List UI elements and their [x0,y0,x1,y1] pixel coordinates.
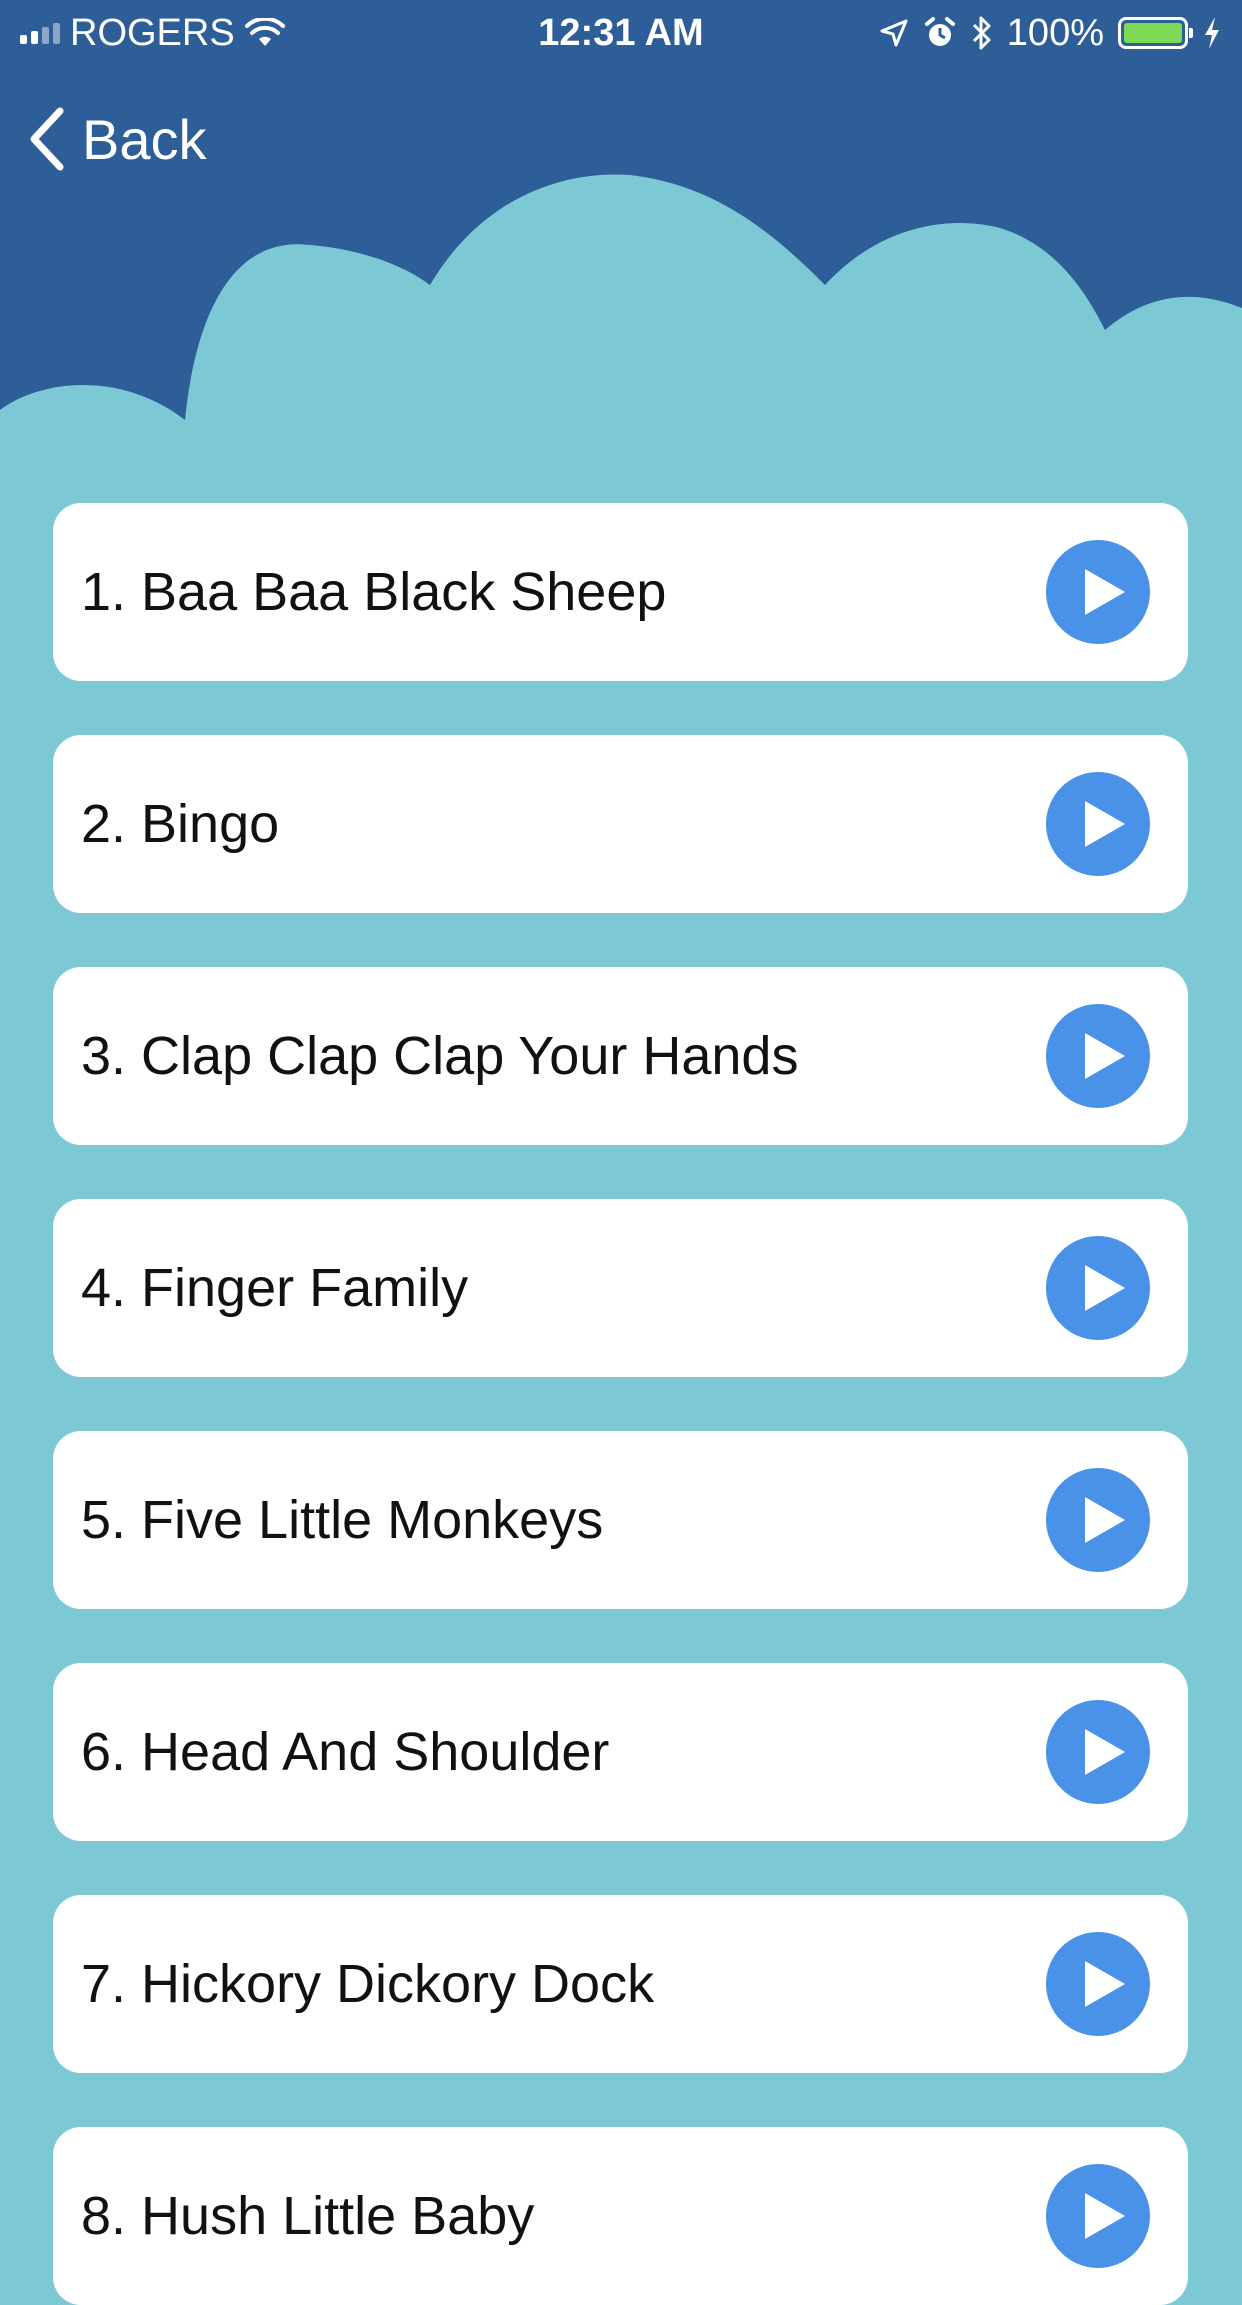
song-item[interactable]: 2. Bingo [53,735,1188,913]
status-right: 100% [879,10,1222,56]
play-button[interactable] [1046,1700,1150,1804]
play-button[interactable] [1046,1932,1150,2036]
play-icon [1085,1033,1125,1079]
song-title: 6. Head And Shoulder [81,1722,610,1782]
song-item[interactable]: 3. Clap Clap Clap Your Hands [53,967,1188,1145]
play-button[interactable] [1046,772,1150,876]
play-button[interactable] [1046,1004,1150,1108]
song-item[interactable]: 8. Hush Little Baby [53,2127,1188,2305]
play-icon [1085,2193,1125,2239]
song-title: 1. Baa Baa Black Sheep [81,562,667,622]
charging-icon [1205,17,1219,49]
back-button[interactable]: Back [26,104,207,174]
alarm-icon [924,17,955,46]
battery-level [1124,23,1182,43]
play-button[interactable] [1046,1468,1150,1572]
song-item[interactable]: 4. Finger Family [53,1199,1188,1377]
song-title: 7. Hickory Dickory Dock [81,1954,655,2014]
song-list: 1. Baa Baa Black Sheep 2. Bingo 3. Clap … [0,0,1242,2305]
play-icon [1085,1497,1125,1543]
location-icon [880,19,908,47]
song-title: 3. Clap Clap Clap Your Hands [81,1026,799,1086]
play-icon [1085,1265,1125,1311]
chevron-left-icon [30,107,64,171]
song-title: 8. Hush Little Baby [81,2186,535,2246]
song-title: 2. Bingo [81,794,280,854]
play-button[interactable] [1046,1236,1150,1340]
play-button[interactable] [1046,540,1150,644]
play-button[interactable] [1046,2164,1150,2268]
play-icon [1085,569,1125,615]
battery-icon [1118,17,1193,49]
song-item[interactable]: 1. Baa Baa Black Sheep [53,503,1188,681]
play-icon [1085,801,1125,847]
bluetooth-icon [972,16,991,50]
battery-percent: 100% [1006,11,1104,54]
song-title: 5. Five Little Monkeys [81,1490,604,1550]
song-title: 4. Finger Family [81,1258,469,1318]
song-item[interactable]: 7. Hickory Dickory Dock [53,1895,1188,2073]
song-item[interactable]: 5. Five Little Monkeys [53,1431,1188,1609]
status-bar: ROGERS 12:31 AM 100% [0,0,1242,66]
back-label: Back [82,107,207,171]
song-item[interactable]: 6. Head And Shoulder [53,1663,1188,1841]
play-icon [1085,1729,1125,1775]
play-icon [1085,1961,1125,2007]
